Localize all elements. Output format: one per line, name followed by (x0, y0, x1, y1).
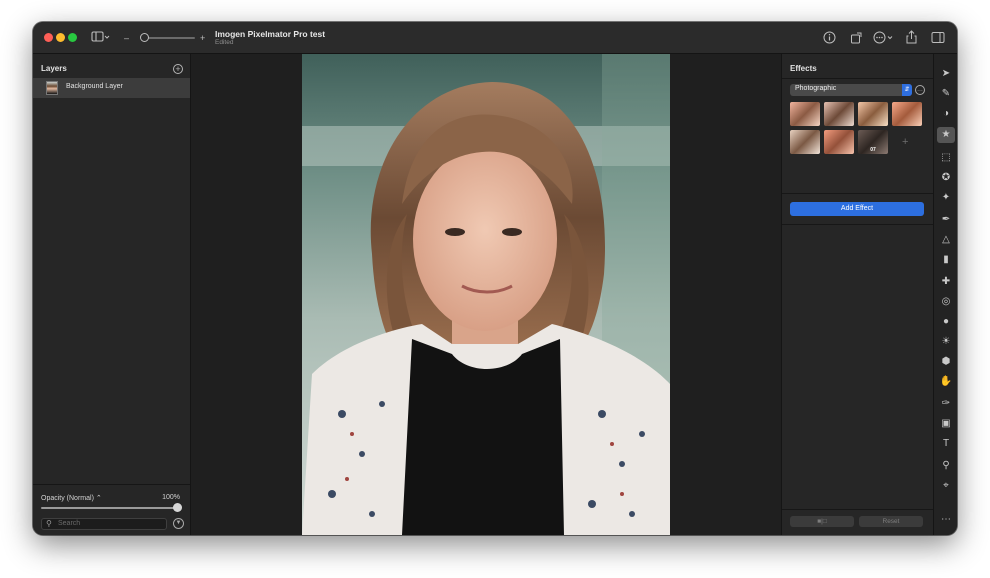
layers-footer: Opacity (Normal) ⌃ 100% ⚲ Search ▼ (33, 484, 190, 535)
lighten-icon[interactable]: ☀ (937, 334, 955, 350)
zoom-slider[interactable] (141, 37, 195, 39)
magic-wand-icon[interactable]: ✦ (937, 190, 955, 206)
add-preset-icon[interactable]: + (902, 136, 908, 148)
zoom-slider-knob[interactable] (140, 33, 149, 42)
sponge-icon[interactable]: ⬢ (937, 354, 955, 370)
text-icon[interactable]: T (937, 436, 955, 452)
filter-icon[interactable]: ▼ (173, 518, 184, 529)
reset-button[interactable]: Reset (859, 516, 923, 527)
effect-preset-thumbnail[interactable] (892, 102, 922, 126)
tools-sidebar: ➤ ✎ ◑ ★ ⬚ ✪ ✦ ✒ △ ▮ ✚ ◎ ● ☀ ⬢ ✋ ✑ ▣ T ⚲ … (933, 54, 957, 535)
close-window-button[interactable] (44, 33, 53, 42)
canvas-photo[interactable] (302, 54, 670, 535)
add-effect-button[interactable]: Add Effect (790, 202, 924, 216)
crop-icon[interactable]: ⌖ (937, 478, 955, 494)
export-icon[interactable] (905, 30, 918, 48)
opacity-blend-menu[interactable]: Opacity (Normal) ⌃ (41, 494, 102, 502)
layers-panel: Layers + Background Layer Opacity (Norma… (33, 54, 191, 535)
paint-bucket-icon[interactable]: △ (937, 232, 955, 248)
more-ellipsis-icon[interactable] (873, 31, 895, 48)
pen-icon[interactable]: ✑ (937, 396, 955, 412)
zoom-in-button[interactable]: + (200, 31, 205, 45)
add-layer-button[interactable]: + (173, 64, 183, 74)
zoom-window-button[interactable] (68, 33, 77, 42)
layer-row-background[interactable]: Background Layer (33, 78, 190, 98)
effects-category-value: Photographic (795, 85, 837, 92)
search-icon: ⚲ (46, 519, 52, 528)
panel-divider (782, 78, 933, 79)
effects-more-icon[interactable]: … (915, 85, 925, 95)
effects-category-select[interactable]: Photographic ⇵ (790, 84, 912, 96)
smudge-icon[interactable]: ✋ (937, 374, 955, 390)
canvas-area[interactable] (191, 54, 781, 535)
chevron-updown-icon: ⇵ (902, 84, 912, 96)
layer-thumbnail (46, 81, 58, 95)
shape-icon[interactable]: ▣ (937, 416, 955, 432)
opacity-slider[interactable] (41, 507, 179, 509)
opacity-value: 100% (162, 494, 180, 501)
layers-search-input[interactable]: ⚲ Search (41, 518, 167, 530)
effects-icon[interactable]: ★ (937, 127, 955, 143)
effects-panel-title: Effects (790, 64, 817, 73)
inspector-toggle-icon[interactable] (931, 31, 945, 48)
zoom-out-button[interactable]: – (124, 31, 129, 45)
sidebar-toggle-icon[interactable] (91, 30, 111, 48)
select-rect-icon[interactable]: ⬚ (937, 150, 955, 166)
eraser-icon[interactable]: ▮ (937, 252, 955, 268)
style-icon[interactable]: ✎ (937, 86, 955, 102)
color-adjust-icon[interactable]: ◑ (937, 106, 955, 122)
blur-icon[interactable]: ● (937, 314, 955, 330)
panel-divider (782, 224, 933, 225)
share-arrange-icon[interactable] (850, 31, 863, 48)
app-window: – + Imogen Pixelmator Pro test Edited La… (33, 22, 957, 535)
compare-button[interactable]: ■|□ (790, 516, 854, 527)
paint-brush-icon[interactable]: ✒ (937, 212, 955, 228)
layer-name: Background Layer (66, 83, 123, 90)
arrange-icon[interactable]: ➤ (937, 66, 955, 82)
repair-icon[interactable]: ✚ (937, 274, 955, 290)
effect-preset-thumbnail[interactable] (858, 102, 888, 126)
effect-preset-thumbnail[interactable] (824, 130, 854, 154)
zoom-icon[interactable]: ⚲ (937, 458, 955, 474)
more-tools-icon[interactable]: ⋯ (937, 512, 955, 528)
document-title: Imogen Pixelmator Pro test (215, 29, 326, 39)
effect-preset-thumbnail[interactable] (790, 102, 820, 126)
panel-divider (782, 193, 933, 194)
effect-preset-thumbnail[interactable] (824, 102, 854, 126)
lasso-icon[interactable]: ✪ (937, 170, 955, 186)
panel-divider (782, 509, 933, 510)
info-icon[interactable] (823, 31, 836, 48)
minimize-window-button[interactable] (56, 33, 65, 42)
search-placeholder: Search (58, 520, 81, 527)
effects-panel: Effects Photographic ⇵ … 07 + Add Effect… (781, 54, 933, 535)
document-status: Edited (215, 39, 234, 46)
effect-preset-number: 07 (870, 147, 876, 153)
effect-preset-thumbnail[interactable] (790, 130, 820, 154)
effect-preset-thumbnail[interactable]: 07 (858, 130, 888, 154)
title-bar: – + Imogen Pixelmator Pro test Edited (33, 22, 957, 54)
opacity-slider-knob[interactable] (173, 503, 182, 512)
clone-icon[interactable]: ◎ (937, 294, 955, 310)
layers-panel-title: Layers (41, 64, 67, 73)
